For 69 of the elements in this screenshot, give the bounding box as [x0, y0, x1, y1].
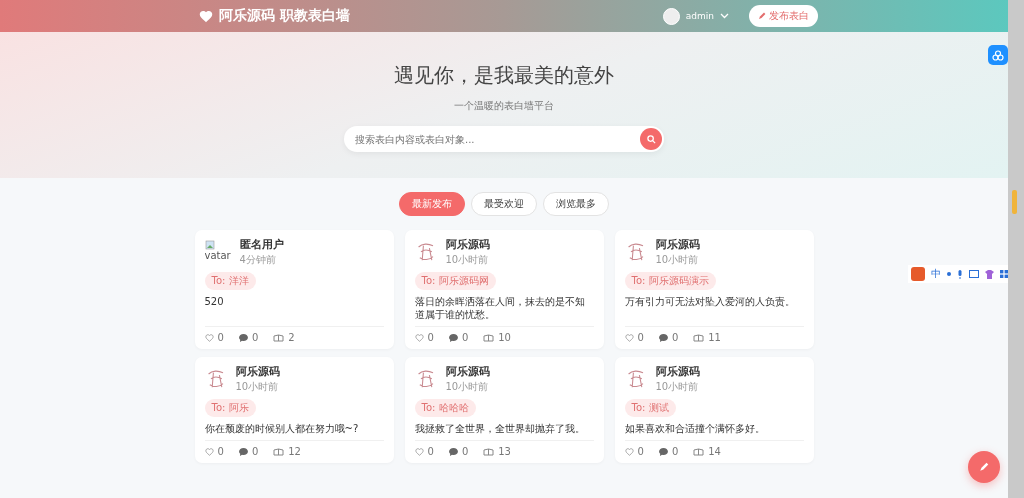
view-count: 13	[483, 446, 511, 457]
like-count[interactable]: 0	[414, 446, 434, 457]
card-message: 我拯救了全世界，全世界却抛弃了我。	[414, 422, 586, 435]
site-title[interactable]: 阿乐源码 职教表白墙	[219, 7, 350, 25]
card-message: 你在颓废的时候别人都在努力哦~?	[204, 422, 360, 435]
cloud-button[interactable]	[988, 45, 1008, 65]
view-count: 12	[273, 446, 301, 457]
view-count: 2	[273, 332, 295, 343]
like-count[interactable]: 0	[414, 332, 434, 343]
grid-icon[interactable]	[1000, 270, 1008, 278]
publish-button[interactable]: 发布表白	[749, 5, 818, 27]
recipient-tag: To: 阿乐源码演示	[624, 272, 716, 290]
keyboard-icon[interactable]	[969, 270, 979, 278]
comment-count[interactable]: 0	[658, 446, 679, 457]
comment-count[interactable]: 0	[448, 446, 469, 457]
post-time: 10小时前	[655, 253, 700, 267]
author-name: 阿乐源码	[655, 238, 700, 252]
hero-subtitle: 一个温暖的表白墙平台	[454, 99, 554, 113]
recipient-tag: To: 洋洋	[204, 272, 256, 290]
recipient-tag: To: 测试	[624, 399, 676, 417]
author-name: 阿乐源码	[445, 365, 490, 379]
recipient-tag: To: 阿乐源码网	[414, 272, 496, 290]
like-count[interactable]: 0	[624, 332, 644, 343]
punctuation-icon[interactable]	[947, 272, 951, 276]
view-count: 14	[693, 446, 721, 457]
filter-tab[interactable]: 最新发布	[399, 192, 465, 216]
like-count[interactable]: 0	[624, 446, 644, 457]
recipient-tag: To: 哈哈哈	[414, 399, 476, 417]
hero-title: 遇见你，是我最美的意外	[394, 62, 614, 89]
ime-logo-icon[interactable]	[911, 267, 925, 281]
recipient-tag: To: 阿乐	[204, 399, 256, 417]
comment-count[interactable]: 0	[658, 332, 679, 343]
user-menu[interactable]: admin	[662, 7, 729, 25]
filter-tab[interactable]: 浏览最多	[543, 192, 609, 216]
floating-edit-button[interactable]	[968, 451, 1000, 483]
author-name: 匿名用户	[239, 238, 284, 252]
like-count[interactable]: 0	[204, 446, 224, 457]
shirt-icon[interactable]	[985, 269, 994, 279]
broken-avatar-image: vatar	[204, 239, 233, 266]
author-name: 阿乐源码	[235, 365, 280, 379]
heart-icon	[198, 8, 214, 24]
filter-tab[interactable]: 最受欢迎	[471, 192, 537, 216]
pencil-icon	[979, 462, 989, 472]
author-name: 阿乐源码	[655, 365, 700, 379]
post-time: 10小时前	[235, 380, 280, 394]
post-time: 10小时前	[445, 253, 490, 267]
search-field[interactable]: 搜索表白内容或表白对象...	[344, 126, 664, 152]
comment-count[interactable]: 0	[238, 332, 259, 343]
view-count: 11	[693, 332, 721, 343]
card-message: 如果喜欢和合适撞个满怀多好。	[624, 422, 766, 435]
cloud-icon	[992, 49, 1004, 61]
view-count: 10	[483, 332, 511, 343]
post-time: 4分钟前	[239, 253, 277, 267]
card-message: 万有引力可无法对坠入爱河的人负责。	[624, 295, 796, 309]
like-count[interactable]: 0	[204, 332, 224, 343]
chevron-down-icon	[720, 13, 729, 19]
author-name: 阿乐源码	[445, 238, 490, 252]
pencil-icon	[758, 12, 766, 20]
post-time: 10小时前	[655, 380, 700, 394]
comment-count[interactable]: 0	[448, 332, 469, 343]
card-message: 520	[204, 295, 225, 309]
microphone-icon[interactable]	[957, 269, 963, 279]
search-icon	[646, 134, 656, 144]
card-message: 落日的余晖洒落在人间，抹去的是不知道属于谁的忧愁。	[414, 295, 586, 321]
user-avatar	[662, 7, 680, 25]
scrollbar[interactable]	[1008, 0, 1024, 498]
ime-mode[interactable]: 中	[931, 267, 941, 281]
comment-count[interactable]: 0	[238, 446, 259, 457]
post-time: 10小时前	[445, 380, 490, 394]
